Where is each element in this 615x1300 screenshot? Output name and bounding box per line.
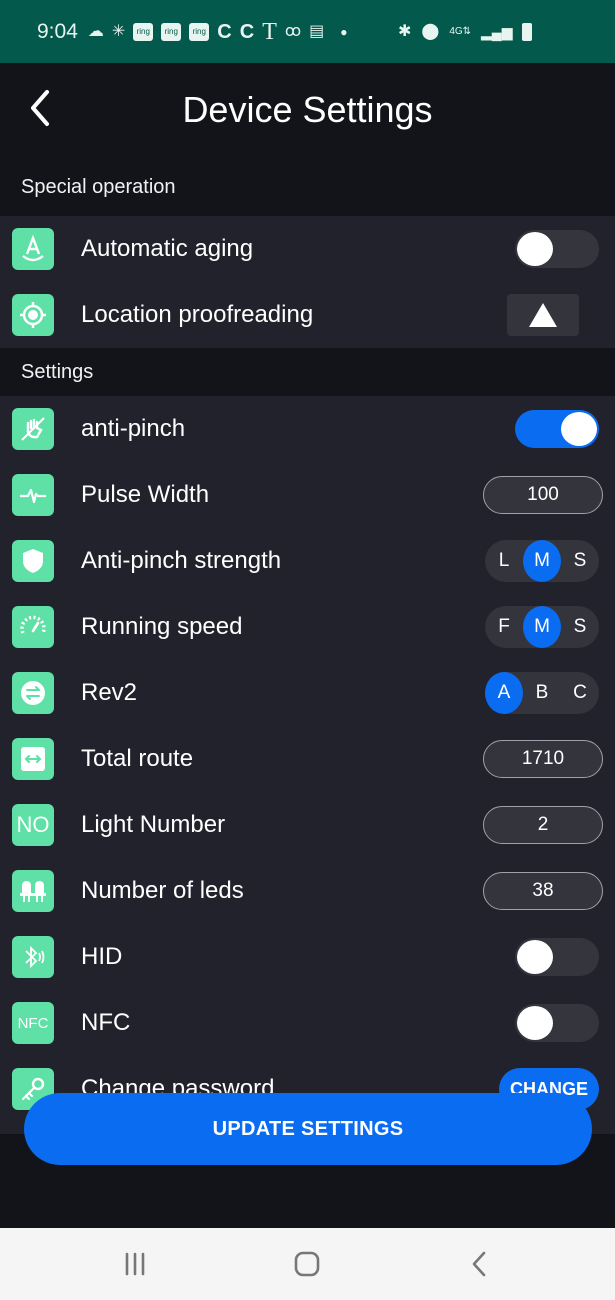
setting-label: Pulse Width (81, 481, 210, 508)
setting-label: Light Number (81, 811, 226, 838)
segment-option[interactable]: L (485, 540, 523, 582)
pulse-width-input[interactable]: 100 (483, 476, 603, 514)
setting-row-running-speed: Running speed F M S (0, 594, 615, 660)
setting-row-location-proofreading: Location proofreading (0, 282, 615, 348)
setting-label: Running speed (81, 613, 243, 640)
bluetooth-icon: ✱ (398, 22, 412, 40)
setting-row-anti-pinch-strength: Anti-pinch strength L M S (0, 528, 615, 594)
leds-icon (12, 870, 54, 912)
running-speed-selector: F M S (485, 606, 599, 648)
segment-option[interactable]: F (485, 606, 523, 648)
automatic-aging-toggle[interactable] (515, 230, 599, 268)
ring-icon: ring (161, 22, 182, 41)
light-number-input[interactable]: 2 (483, 806, 603, 844)
setting-label: Rev2 (81, 679, 138, 706)
no-hand-icon (12, 408, 54, 450)
wallet-icon: ▤ (309, 22, 325, 40)
segment-option-selected[interactable]: M (523, 606, 561, 648)
page-title: Device Settings (182, 89, 433, 130)
segment-option[interactable]: S (561, 606, 599, 648)
aging-icon (12, 228, 54, 270)
setting-label: Total route (81, 745, 194, 772)
status-bar: 9:04 ☁ ✳ ring ring ring C C T ꝏ ▤ ● ✱ ⬤ … (0, 0, 615, 63)
status-time: 9:04 (37, 19, 78, 43)
loading-icon: ✳ (111, 22, 126, 40)
pulse-icon (12, 474, 54, 516)
number-of-leds-input[interactable]: 38 (483, 872, 603, 910)
section-label-special-operation: Special operation (21, 175, 176, 198)
ring-icon: ring (133, 22, 154, 41)
section-label-settings: Settings (21, 360, 94, 383)
setting-row-hid: HID (0, 924, 615, 990)
setting-label: Anti-pinch strength (81, 547, 282, 574)
setting-label: Location proofreading (81, 301, 314, 328)
rev2-selector: A B C (485, 672, 599, 714)
system-back-button[interactable] (464, 1248, 494, 1280)
width-arrows-icon (12, 738, 54, 780)
settings-group: anti-pinch Pulse Width 100 Anti-pinch st… (0, 396, 615, 1134)
signal-icon: ▂▄▆ (481, 23, 513, 40)
c-app-icon: C (239, 20, 255, 43)
location-icon: ⬤ (421, 22, 440, 40)
segment-option[interactable]: C (561, 672, 599, 714)
setting-label: HID (81, 943, 123, 970)
voicemail-icon: ꝏ (284, 22, 302, 40)
c-app-icon: C (217, 20, 232, 43)
recent-apps-button[interactable] (118, 1248, 152, 1280)
setting-row-nfc: NFC NFC (0, 990, 615, 1056)
segment-option[interactable]: S (561, 540, 599, 582)
dot-icon: ● (340, 24, 348, 39)
setting-row-light-number: NO Light Number 2 (0, 792, 615, 858)
setting-label: anti-pinch (81, 415, 186, 442)
segment-option[interactable]: B (523, 672, 561, 714)
special-operation-group: Automatic aging Location proofreading (0, 216, 615, 348)
anti-pinch-toggle[interactable] (515, 410, 599, 448)
setting-row-automatic-aging: Automatic aging (0, 216, 615, 282)
segment-option-selected[interactable]: A (485, 672, 523, 714)
setting-row-total-route: Total route 1710 (0, 726, 615, 792)
number-icon: NO (12, 804, 54, 846)
segment-option-selected[interactable]: M (523, 540, 561, 582)
home-icon (294, 1251, 320, 1277)
location-proofreading-button[interactable] (507, 294, 579, 336)
setting-label: NFC (81, 1009, 131, 1036)
ring-icon: ring (189, 22, 210, 41)
battery-icon (522, 22, 533, 41)
cloud-icon: ☁ (87, 22, 104, 40)
anti-pinch-strength-selector: L M S (485, 540, 599, 582)
tmobile-icon: T (262, 18, 277, 45)
app-screen: Device Settings Special operation Automa… (0, 63, 615, 1228)
target-icon (12, 294, 54, 336)
nfc-icon: NFC (12, 1002, 54, 1044)
setting-row-number-of-leds: Number of leds 38 (0, 858, 615, 924)
setting-row-anti-pinch: anti-pinch (0, 396, 615, 462)
setting-row-rev2: Rev2 A B C (0, 660, 615, 726)
4g-lte-icon: 4G⇅ (449, 25, 472, 37)
back-icon (472, 1251, 486, 1277)
nfc-toggle[interactable] (515, 1004, 599, 1042)
header: Device Settings (0, 63, 615, 158)
shield-icon (12, 540, 54, 582)
total-route-input[interactable]: 1710 (483, 740, 603, 778)
setting-label: Automatic aging (81, 235, 254, 262)
system-nav-bar (0, 1228, 615, 1300)
bluetooth-audio-icon (12, 936, 54, 978)
triangle-up-icon (529, 303, 557, 327)
hid-toggle[interactable] (515, 938, 599, 976)
setting-row-pulse-width: Pulse Width 100 (0, 462, 615, 528)
home-button[interactable] (290, 1248, 324, 1280)
update-settings-button[interactable]: UPDATE SETTINGS (24, 1093, 592, 1165)
speedometer-icon (12, 606, 54, 648)
recent-apps-icon (125, 1252, 145, 1276)
setting-label: Number of leds (81, 877, 244, 904)
swap-icon (12, 672, 54, 714)
